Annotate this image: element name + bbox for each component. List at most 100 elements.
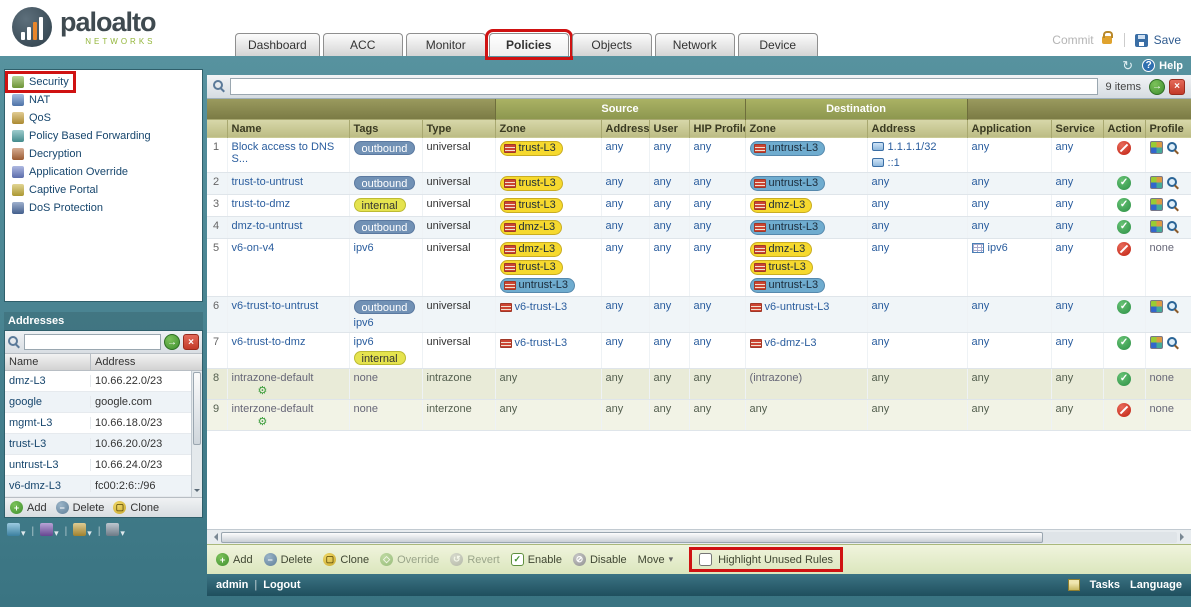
cell-value[interactable]: any (606, 242, 624, 254)
cell-value[interactable]: any (1056, 300, 1074, 312)
zone-badge[interactable]: v6-dmz-L3 (750, 336, 817, 351)
delete-button[interactable]: −Delete (264, 553, 313, 566)
cell-value[interactable]: any (654, 372, 672, 384)
add-button[interactable]: +Add (10, 501, 47, 514)
column-header-zone[interactable]: Zone (745, 119, 867, 138)
sidebar-item-security[interactable]: Security (5, 73, 202, 91)
zone-badge[interactable]: v6-untrust-L3 (750, 300, 830, 315)
tab-objects[interactable]: Objects (572, 33, 652, 56)
column-header-user[interactable]: User (649, 119, 689, 138)
zone-badge[interactable]: trust-L3 (750, 260, 813, 275)
cell-value[interactable]: any (694, 300, 712, 312)
table-row[interactable]: 8intrazone-default⚙noneintrazoneanyanyan… (207, 368, 1191, 399)
allow-icon[interactable]: ✓ (1117, 336, 1131, 350)
cell-value[interactable]: any (972, 372, 990, 384)
commit-button[interactable]: Commit (1052, 33, 1093, 47)
cell-value[interactable]: any (606, 198, 624, 210)
cell-value[interactable]: any (972, 300, 990, 312)
sidebar-item-application-override[interactable]: Application Override (5, 163, 202, 181)
column-header-type[interactable]: Type (422, 119, 495, 138)
allow-icon[interactable]: ✓ (1117, 198, 1131, 212)
profile-group-icon[interactable] (1150, 300, 1163, 313)
cell-value[interactable]: any (972, 220, 990, 232)
zone-badge[interactable]: trust-L3 (500, 198, 563, 213)
zone-badge[interactable]: dmz-L3 (500, 242, 563, 257)
edit-columns-menu-button[interactable]: ▾ (73, 523, 92, 539)
apply-filter-button[interactable] (1149, 79, 1165, 95)
cell-value[interactable]: 1.1.1.1/32 (888, 141, 937, 153)
cell-value[interactable]: any (972, 198, 990, 210)
column-header-application[interactable]: Application (967, 119, 1051, 138)
table-row[interactable]: 2trust-to-untrustoutbounduniversaltrust-… (207, 172, 1191, 194)
tag-badge[interactable]: outbound (354, 141, 416, 155)
cell-value[interactable]: any (872, 220, 890, 232)
scroll-right-arrow-icon[interactable] (1180, 533, 1188, 541)
disable-button[interactable]: ⊘Disable (573, 553, 627, 566)
deny-icon[interactable] (1117, 242, 1131, 256)
cell-value[interactable]: any (1056, 141, 1074, 153)
cell-value[interactable]: any (694, 198, 712, 210)
cell-value[interactable]: any (1056, 220, 1074, 232)
cell-value[interactable]: any (694, 141, 712, 153)
column-header-name[interactable]: Name (227, 119, 349, 138)
profile-search-icon[interactable] (1166, 141, 1179, 154)
cell-value[interactable]: any (606, 220, 624, 232)
save-button[interactable]: Save (1154, 33, 1181, 47)
tasks-button[interactable]: Tasks (1090, 579, 1120, 591)
zone-any[interactable]: any (500, 372, 518, 384)
delete-button[interactable]: −Delete (56, 501, 105, 514)
tag-badge[interactable]: internal (354, 198, 406, 212)
cell-value[interactable]: any (654, 220, 672, 232)
cell-value[interactable]: any (872, 176, 890, 188)
tag-link[interactable]: ipv6 (354, 336, 374, 348)
allow-icon[interactable]: ✓ (1117, 372, 1131, 386)
column-header-profile[interactable]: Profile (1145, 119, 1191, 138)
zone-any[interactable]: any (750, 403, 768, 415)
language-button[interactable]: Language (1130, 579, 1182, 591)
policy-filter-input[interactable] (230, 78, 1098, 95)
profile-group-icon[interactable] (1150, 141, 1163, 154)
column-header-tags[interactable]: Tags (349, 119, 422, 138)
rule-name[interactable]: trust-to-dmz (232, 198, 291, 210)
sidebar-item-nat[interactable]: NAT (5, 91, 202, 109)
cell-value[interactable]: any (1056, 176, 1074, 188)
cell-value[interactable]: any (606, 141, 624, 153)
addresses-apply-filter-button[interactable] (164, 334, 180, 350)
cell-value[interactable]: any (654, 198, 672, 210)
cell-value[interactable]: any (872, 403, 890, 415)
cell-value[interactable]: any (654, 403, 672, 415)
zone-badge[interactable]: dmz-L3 (750, 242, 813, 257)
cell-value[interactable]: any (872, 198, 890, 210)
cell-value[interactable]: any (654, 336, 672, 348)
objects-menu-button[interactable]: ▾ (7, 523, 26, 539)
column-header-address[interactable]: Address (867, 119, 967, 138)
zone-badge[interactable]: trust-L3 (500, 176, 563, 191)
column-header-service[interactable]: Service (1051, 119, 1103, 138)
cell-value[interactable]: any (1056, 336, 1074, 348)
cell-value[interactable]: any (694, 372, 712, 384)
rule-name[interactable]: dmz-to-untrust (232, 220, 303, 232)
scrollbar-track[interactable] (221, 532, 1177, 543)
move-button[interactable]: Move▾ (638, 554, 673, 566)
cell-value[interactable]: any (972, 141, 990, 153)
cell-value[interactable]: any (1056, 372, 1074, 384)
zone-badge[interactable]: untrust-L3 (750, 176, 826, 191)
cell-value[interactable]: any (606, 336, 624, 348)
tab-device[interactable]: Device (738, 33, 818, 56)
sidebar-item-policy-based-forwarding[interactable]: Policy Based Forwarding (5, 127, 202, 145)
deny-icon[interactable] (1117, 141, 1131, 155)
groups-menu-button[interactable]: ▾ (40, 523, 59, 539)
tag-link[interactable]: ipv6 (354, 317, 374, 329)
zone-badge[interactable]: untrust-L3 (750, 141, 826, 156)
zone-badge[interactable]: trust-L3 (500, 141, 563, 156)
cell-value[interactable]: any (972, 336, 990, 348)
cell-value[interactable]: any (694, 220, 712, 232)
zone-badge[interactable]: v6-trust-L3 (500, 300, 568, 315)
column-header-action[interactable]: Action (1103, 119, 1145, 138)
rule-name[interactable]: trust-to-untrust (232, 176, 304, 188)
allow-icon[interactable]: ✓ (1117, 300, 1131, 314)
sidebar-item-dos-protection[interactable]: DoS Protection (5, 199, 202, 217)
cell-value[interactable]: any (1056, 403, 1074, 415)
revert-button[interactable]: ↺Revert (450, 553, 499, 566)
tag-link[interactable]: ipv6 (354, 242, 374, 254)
